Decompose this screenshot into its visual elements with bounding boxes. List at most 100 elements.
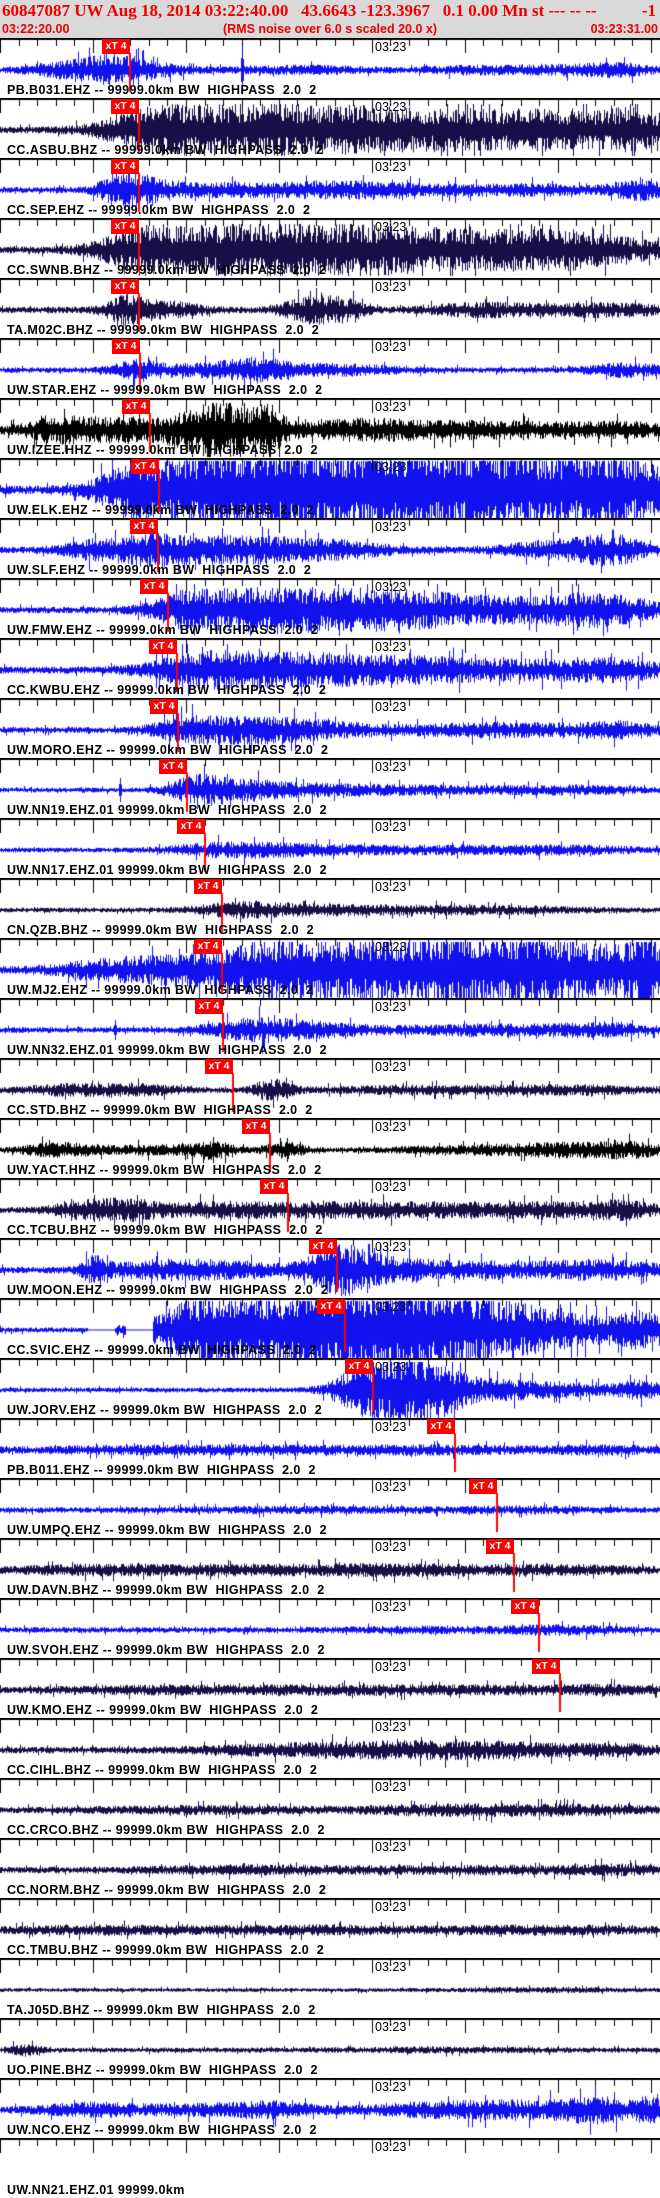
station-channel-label: UW.SLF.EHZ -- 99999.0km BW HIGHPASS 2.0 …: [7, 563, 312, 577]
station-channel-label: UW.MOON.EHZ -- 99999.0km BW HIGHPASS 2.0…: [7, 1283, 329, 1297]
station-channel-label: UO.PINE.BHZ -- 99999.0km BW HIGHPASS 2.0…: [7, 2063, 318, 2077]
station-channel-label: TA.M02C.BHZ -- 99999.0km BW HIGHPASS 2.0…: [7, 323, 320, 337]
minute-tick-label: 03:23: [375, 280, 407, 294]
minute-tick-label: 03:23: [375, 820, 407, 834]
minute-tick-label: 03:23: [375, 1300, 407, 1314]
phase-pick-flag[interactable]: xT 4: [317, 1299, 345, 1314]
trace-band: 03:23 xT 4 CC.SWNB.BHZ -- 99999.0km BW HIG…: [0, 218, 660, 278]
station-channel-label: CN.QZB.BHZ -- 99999.0km BW HIGHPASS 2.0 …: [7, 923, 315, 937]
minute-tick-label: 03:23: [375, 1360, 407, 1374]
trace-band: 03:23 xT 4 UW.NN17.EHZ.01 99999.0km BW HIG…: [0, 818, 660, 878]
station-channel-label: UW.MJ2.EHZ -- 99999.0km BW HIGHPASS 2.0 …: [7, 983, 314, 997]
station-channel-label: UW.JORV.EHZ -- 99999.0km BW HIGHPASS 2.0…: [7, 1403, 323, 1417]
event-title: 60847087 UW Aug 18, 2014 03:22:40.00 43.…: [2, 1, 597, 20]
phase-pick-flag[interactable]: xT 4: [131, 459, 159, 474]
phase-pick-flag[interactable]: xT 4: [205, 1059, 233, 1074]
trace-band: 03:23 xT 4 CC.STD.BHZ -- 99999.0km BW HIGH…: [0, 1058, 660, 1118]
event-header: 60847087 UW Aug 18, 2014 03:22:40.00 43.…: [0, 0, 660, 38]
phase-pick-flag[interactable]: xT 4: [532, 1659, 560, 1674]
phase-pick-flag[interactable]: xT 4: [242, 1119, 270, 1134]
phase-pick-flag[interactable]: xT 4: [130, 519, 158, 534]
phase-pick-flag[interactable]: xT 4: [177, 819, 205, 834]
phase-pick-flag[interactable]: xT 4: [111, 219, 139, 234]
station-channel-label: PB.B011.EHZ -- 99999.0km BW HIGHPASS 2.0…: [7, 1463, 316, 1477]
trace-band: 03:23 xT 4 UW.NN32.EHZ.01 99999.0km BW HIG…: [0, 998, 660, 1058]
phase-pick-flag[interactable]: xT 4: [194, 879, 222, 894]
trace-band: 03:23 xT 4 CN.QZB.BHZ -- 99999.0km BW HIGH…: [0, 878, 660, 938]
phase-pick-flag[interactable]: xT 4: [159, 759, 187, 774]
event-title-flag: -1: [641, 1, 656, 20]
trace-band: 03:23 UW.NN21.EHZ.01 99999.0km: [0, 2138, 660, 2198]
phase-pick-flag[interactable]: xT 4: [111, 99, 139, 114]
phase-pick-flag[interactable]: xT 4: [511, 1599, 539, 1614]
minute-tick-label: 03:23: [375, 1960, 407, 1974]
minute-tick-label: 03:23: [375, 2020, 407, 2034]
phase-pick-flag[interactable]: xT 4: [111, 159, 139, 174]
station-channel-label: CC.NORM.BHZ -- 99999.0km BW HIGHPASS 2.0…: [7, 1883, 327, 1897]
trace-band: 03:23 xT 4 UW.MORO.EHZ -- 99999.0km BW HIG…: [0, 698, 660, 758]
minute-tick-label: 03:23: [375, 2080, 407, 2094]
phase-pick-flag[interactable]: xT 4: [112, 339, 140, 354]
station-channel-label: UW.IZEE.HHZ -- 99999.0km BW HIGHPASS 2.0…: [7, 443, 318, 457]
station-channel-label: CC.SEP.EHZ -- 99999.0km BW HIGHPASS 2.0 …: [7, 203, 311, 217]
seismogram-review-window: 60847087 UW Aug 18, 2014 03:22:40.00 43.…: [0, 0, 660, 2198]
station-channel-label: UW.UMPQ.EHZ -- 99999.0km BW HIGHPASS 2.0…: [7, 1523, 327, 1537]
station-channel-label: UW.MORO.EHZ -- 99999.0km BW HIGHPASS 2.0…: [7, 743, 329, 757]
phase-pick-flag[interactable]: xT 4: [122, 399, 150, 414]
minute-tick-label: 03:23: [375, 2140, 407, 2154]
station-channel-label: CC.SVIC.EHZ -- 99999.0km BW HIGHPASS 2.0…: [7, 1343, 317, 1357]
minute-tick-label: 03:23: [375, 760, 407, 774]
minute-tick-label: 03:23: [375, 520, 407, 534]
phase-pick-flag[interactable]: xT 4: [260, 1179, 288, 1194]
station-channel-label: UW.DAVN.BHZ -- 99999.0km BW HIGHPASS 2.0…: [7, 1583, 325, 1597]
station-channel-label: UW.FMW.EHZ -- 99999.0km BW HIGHPASS 2.0 …: [7, 623, 319, 637]
trace-band: 03:23 xT 4 CC.ASBU.BHZ -- 99999.0km BW HIG…: [0, 98, 660, 158]
trace-band: 03:23 xT 4 UW.MJ2.EHZ -- 99999.0km BW HIGH…: [0, 938, 660, 998]
event-title-row: 60847087 UW Aug 18, 2014 03:22:40.00 43.…: [0, 0, 660, 21]
minute-tick-label: 03:23: [375, 40, 407, 54]
phase-pick-flag[interactable]: xT 4: [427, 1419, 455, 1434]
minute-tick-label: 03:23: [375, 460, 407, 474]
minute-tick-label: 03:23: [375, 160, 407, 174]
station-channel-label: UW.NCO.EHZ -- 99999.0km BW HIGHPASS 2.0 …: [7, 2123, 317, 2137]
trace-band: 03:23 xT 4 UW.NN19.EHZ.01 99999.0km BW HIG…: [0, 758, 660, 818]
station-channel-label: TA.J05D.BHZ -- 99999.0km BW HIGHPASS 2.0…: [7, 2003, 316, 2017]
trace-band: 03:23 xT 4 TA.M02C.BHZ -- 99999.0km BW HIG…: [0, 278, 660, 338]
phase-pick-flag[interactable]: xT 4: [194, 939, 222, 954]
station-channel-label: UW.SVOH.EHZ -- 99999.0km BW HIGHPASS 2.0…: [7, 1643, 325, 1657]
phase-pick-flag[interactable]: xT 4: [195, 999, 223, 1014]
phase-pick-flag[interactable]: xT 4: [102, 39, 130, 54]
minute-tick-label: 03:23: [375, 1660, 407, 1674]
station-channel-label: PB.B031.EHZ -- 99999.0km BW HIGHPASS 2.0…: [7, 83, 317, 97]
station-channel-label: CC.ASBU.BHZ -- 99999.0km BW HIGHPASS 2.0…: [7, 143, 324, 157]
phase-pick-flag[interactable]: xT 4: [140, 579, 168, 594]
trace-band: 03:23 xT 4 UW.UMPQ.EHZ -- 99999.0km BW HIG…: [0, 1478, 660, 1538]
phase-pick-flag[interactable]: xT 4: [150, 699, 178, 714]
minute-tick-label: 03:23: [375, 1780, 407, 1794]
trace-band: 03:23 xT 4 CC.KWBU.EHZ -- 99999.0km BW HIG…: [0, 638, 660, 698]
minute-tick-label: 03:23: [375, 700, 407, 714]
phase-pick-flag[interactable]: xT 4: [149, 639, 177, 654]
phase-pick-flag[interactable]: xT 4: [469, 1479, 497, 1494]
trace-band: 03:23 xT 4 UW.ELK.EHZ -- 99999.0km BW HIGH…: [0, 458, 660, 518]
minute-tick-label: 03:23: [375, 100, 407, 114]
minute-tick-label: 03:23: [375, 400, 407, 414]
trace-band: 03:23 xT 4 UW.MOON.EHZ -- 99999.0km BW HIG…: [0, 1238, 660, 1298]
minute-tick-label: 03:23: [375, 1180, 407, 1194]
phase-pick-flag[interactable]: xT 4: [111, 279, 139, 294]
minute-tick-label: 03:23: [375, 1720, 407, 1734]
phase-pick-flag[interactable]: xT 4: [345, 1359, 373, 1374]
trace-band: 03:23 xT 4 CC.TCBU.BHZ -- 99999.0km BW HIG…: [0, 1178, 660, 1238]
station-channel-label: UW.YACT.HHZ -- 99999.0km BW HIGHPASS 2.0…: [7, 1163, 322, 1177]
minute-tick-label: 03:23: [375, 1120, 407, 1134]
trace-band: 03:23 CC.CIHL.BHZ -- 99999.0km BW HIGHPAS…: [0, 1718, 660, 1778]
phase-pick-flag[interactable]: xT 4: [309, 1239, 337, 1254]
minute-tick-label: 03:23: [375, 640, 407, 654]
window-end-time: 03:23:31.00: [590, 22, 658, 36]
minute-tick-label: 03:23: [375, 1840, 407, 1854]
trace-band: 03:23 CC.TMBU.BHZ -- 99999.0km BW HIGHPAS…: [0, 1898, 660, 1958]
trace-band: 03:23 xT 4 UW.STAR.EHZ -- 99999.0km BW HIG…: [0, 338, 660, 398]
phase-pick-flag[interactable]: xT 4: [486, 1539, 514, 1554]
time-window-row: 03:22:20.00 (RMS noise over 6.0 s scaled…: [0, 21, 660, 38]
minute-tick-label: 03:23: [375, 880, 407, 894]
